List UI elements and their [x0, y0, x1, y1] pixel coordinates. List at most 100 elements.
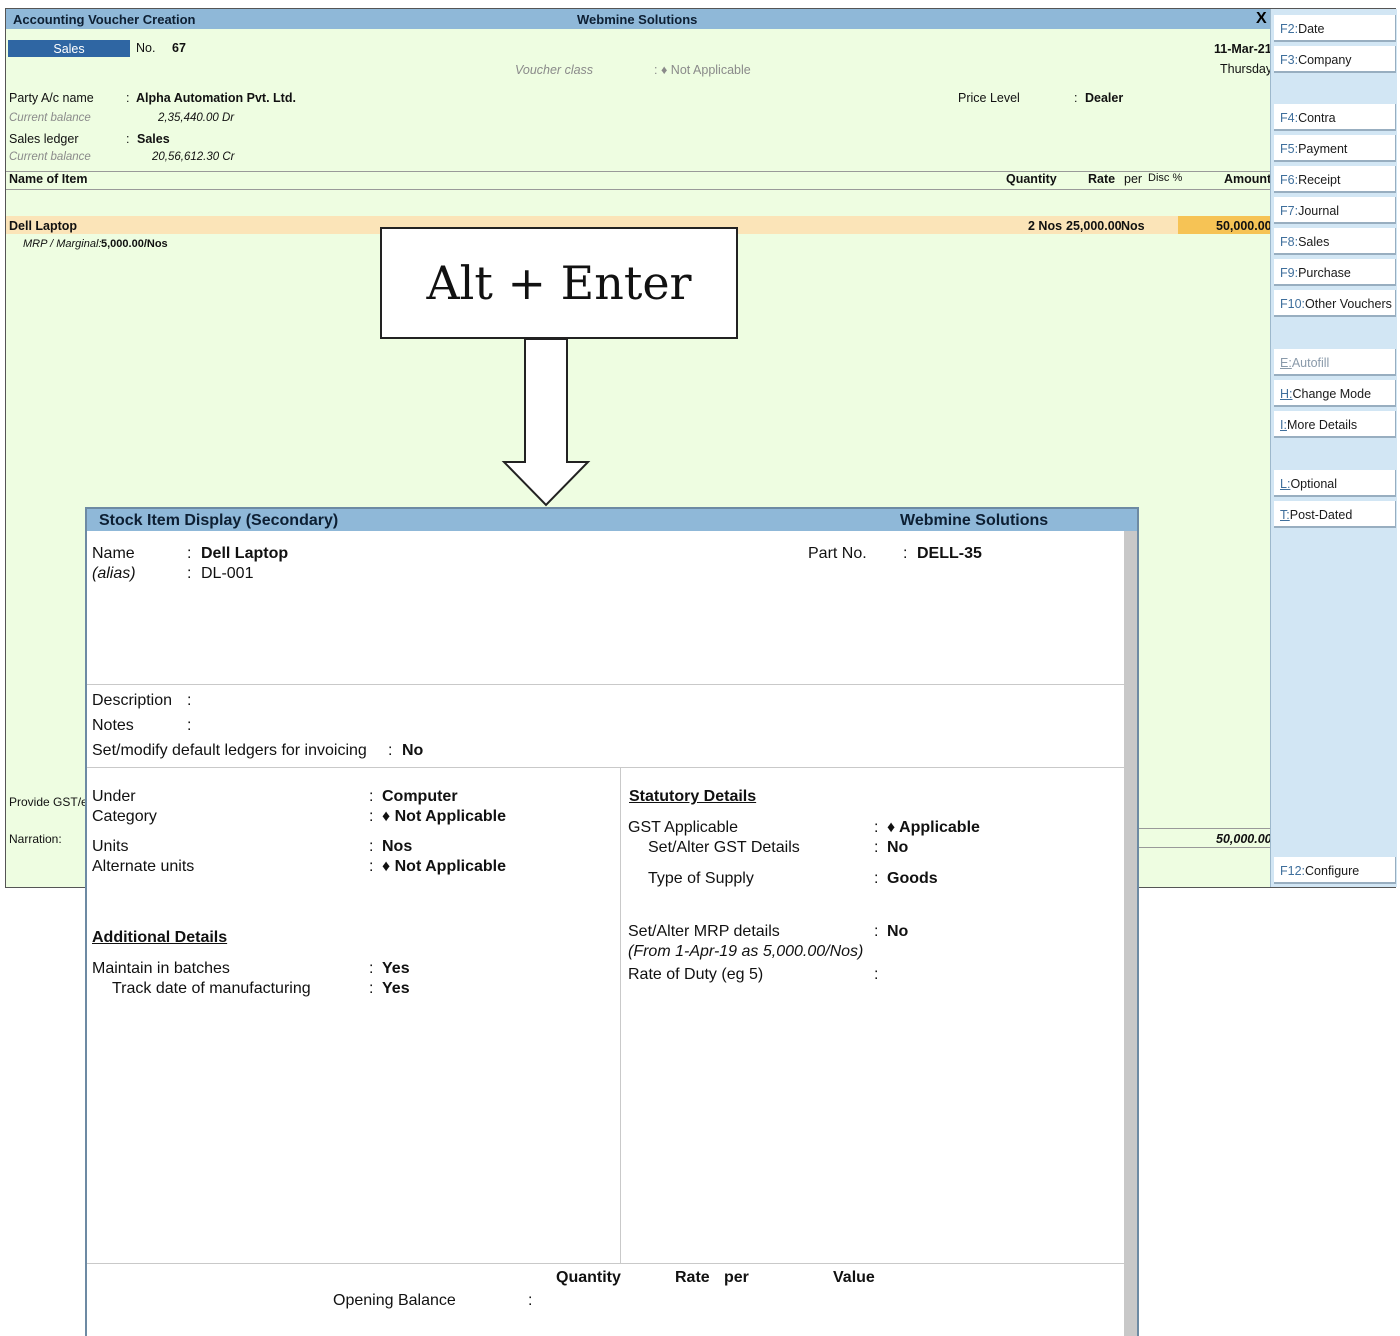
col-rate: Rate — [1088, 172, 1116, 186]
divider — [87, 684, 1124, 685]
gst-applicable-label: GST Applicable — [628, 819, 738, 836]
provide-gst-label: Provide GST/e- — [9, 795, 92, 809]
payment-button[interactable]: F5:Payment — [1274, 135, 1396, 162]
supply-type-value: Goods — [887, 870, 938, 887]
col-name-of-item: Name of Item — [9, 172, 88, 186]
track-date-label: Track date of manufacturing — [112, 980, 311, 997]
alt-units-value: ♦ Not Applicable — [382, 858, 507, 875]
sales-balance-label: Current balance — [9, 151, 91, 163]
part-no-value: DELL-35 — [917, 545, 982, 562]
colon: : — [874, 839, 879, 856]
alt-units-label: Alternate units — [92, 858, 195, 875]
category-label: Category — [92, 808, 157, 825]
under-value: Computer — [382, 788, 458, 805]
gst-applicable-value: ♦ Applicable — [887, 819, 980, 836]
company-name: Webmine Solutions — [577, 12, 698, 27]
other-vouchers-button[interactable]: F10:Other Vouchers — [1274, 290, 1396, 317]
button-bar: F2:Date F3:Company F4:Contra F5:Payment … — [1270, 9, 1397, 887]
window-title: Accounting Voucher Creation — [13, 12, 196, 27]
gst-details-label: Set/Alter GST Details — [648, 839, 800, 856]
col-rate: Rate — [675, 1269, 710, 1286]
col-per: per — [724, 1269, 749, 1286]
voucher-day: Thursday — [1220, 62, 1273, 76]
company-button[interactable]: F3:Company — [1274, 46, 1396, 73]
party-balance-value: 2,35,440.00 Dr — [158, 112, 235, 124]
shortcut-callout: Alt + Enter — [380, 227, 738, 339]
batches-value: Yes — [382, 960, 410, 977]
set-modify-value: No — [402, 742, 424, 759]
configure-button[interactable]: F12:Configure — [1274, 857, 1396, 884]
stock-company: Webmine Solutions — [900, 512, 1049, 529]
voucher-class-label: Voucher class — [515, 63, 594, 77]
colon: : — [187, 692, 192, 709]
colon: : — [187, 717, 192, 734]
item-quantity[interactable]: 2 Nos — [1028, 219, 1062, 233]
item-amount[interactable]: 50,000.00 — [1216, 219, 1272, 233]
journal-button[interactable]: F7:Journal — [1274, 197, 1396, 224]
colon: : — [126, 91, 130, 105]
part-no-label: Part No. — [808, 545, 867, 562]
more-details-button[interactable]: I:More Details — [1274, 411, 1396, 438]
divider — [87, 767, 1124, 768]
colon: : — [388, 742, 393, 759]
batches-label: Maintain in batches — [92, 960, 230, 977]
item-name[interactable]: Dell Laptop — [9, 219, 77, 233]
colon: : — [369, 838, 374, 855]
price-level-value[interactable]: Dealer — [1085, 91, 1123, 105]
scrollbar[interactable] — [1124, 531, 1137, 1336]
voucher-total: 50,000.00 — [1216, 832, 1272, 846]
colon: : — [903, 545, 908, 562]
divider — [87, 1263, 1124, 1264]
sales-ledger-value[interactable]: Sales — [137, 132, 170, 146]
units-label: Units — [92, 838, 129, 855]
voucher-no-value[interactable]: 67 — [172, 41, 186, 55]
colon: : — [369, 808, 374, 825]
colon: : — [369, 960, 374, 977]
additional-details-heading: Additional Details — [92, 929, 228, 946]
receipt-button[interactable]: F6:Receipt — [1274, 166, 1396, 193]
col-per: per — [1124, 172, 1143, 186]
mrp-note: (From 1-Apr-19 as 5,000.00/Nos) — [628, 943, 864, 960]
colon: : — [187, 545, 192, 562]
divider — [620, 767, 621, 1263]
colon: : — [874, 870, 879, 887]
party-value[interactable]: Alpha Automation Pvt. Ltd. — [136, 91, 296, 105]
colon: : — [874, 819, 879, 836]
mrp-details-label: Set/Alter MRP details — [628, 923, 780, 940]
sales-balance-value: 20,56,612.30 Cr — [152, 151, 235, 163]
col-quantity: Quantity — [556, 1269, 621, 1286]
colon: : — [1074, 91, 1078, 105]
colon: : — [874, 923, 879, 940]
colon: : — [369, 788, 374, 805]
party-label: Party A/c name — [9, 91, 94, 105]
down-arrow-icon — [501, 338, 591, 507]
name-value: Dell Laptop — [201, 545, 289, 562]
col-disc: Disc % — [1148, 172, 1183, 184]
voucher-class-value[interactable]: : ♦ Not Applicable — [654, 63, 751, 77]
divider — [1136, 847, 1270, 848]
divider — [1136, 828, 1270, 829]
post-dated-button[interactable]: T:Post-Dated — [1274, 501, 1396, 528]
date-button[interactable]: F2:Date — [1274, 15, 1396, 42]
opening-balance-label: Opening Balance — [333, 1292, 456, 1309]
item-rate[interactable]: 25,000.00 — [1066, 219, 1122, 233]
purchase-button[interactable]: F9:Purchase — [1274, 259, 1396, 286]
alias-value: DL-001 — [201, 565, 254, 582]
colon: : — [187, 565, 192, 582]
name-label: Name — [92, 545, 135, 562]
change-mode-button[interactable]: H:Change Mode — [1274, 380, 1396, 407]
autofill-button[interactable]: E:Autofill — [1274, 349, 1396, 376]
narration-label: Narration: — [9, 832, 62, 846]
item-per[interactable]: Nos — [1121, 219, 1145, 233]
sales-button[interactable]: F8:Sales — [1274, 228, 1396, 255]
sales-ledger-label: Sales ledger — [9, 132, 79, 146]
col-quantity: Quantity — [1006, 172, 1057, 186]
mrp-value: 5,000.00/Nos — [101, 238, 168, 250]
duty-rate-label: Rate of Duty (eg 5) — [628, 966, 764, 983]
category-value: ♦ Not Applicable — [382, 808, 507, 825]
voucher-date[interactable]: 11-Mar-21 — [1214, 42, 1272, 56]
mrp-label: MRP / Marginal: — [23, 238, 102, 250]
contra-button[interactable]: F4:Contra — [1274, 104, 1396, 131]
close-button[interactable]: X — [1256, 10, 1267, 28]
optional-button[interactable]: L:Optional — [1274, 470, 1396, 497]
